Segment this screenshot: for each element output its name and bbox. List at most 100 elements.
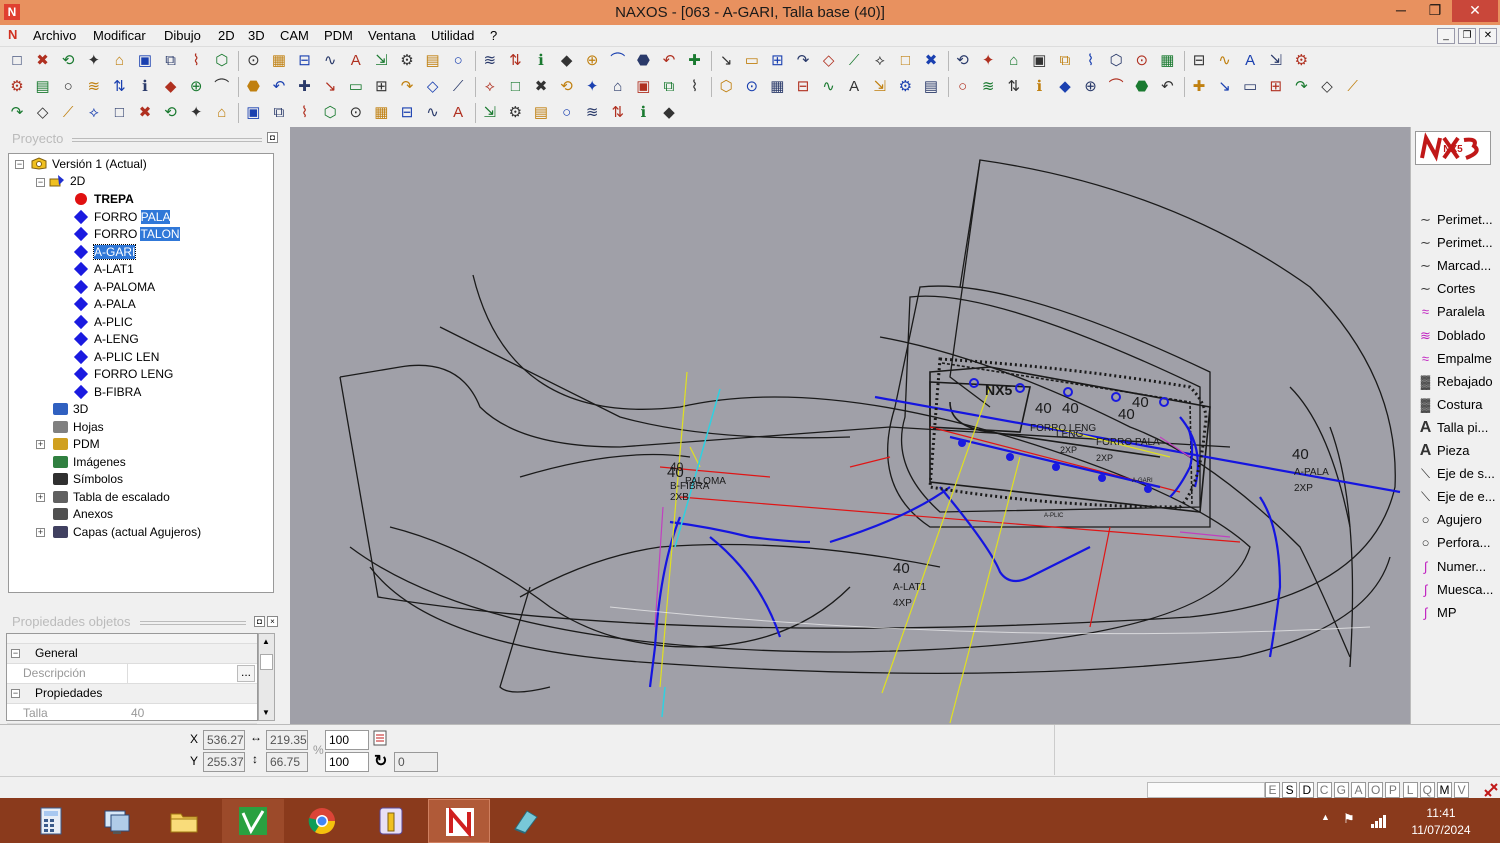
tree-piece[interactable]: B-FIBRA [73,384,141,401]
toolbar-tool-icon[interactable]: A [347,52,365,70]
tree-piece[interactable]: A-PLIC [73,314,133,331]
tree-node[interactable]: Símbolos [53,471,123,488]
group-propiedades[interactable]: − Propiedades [7,684,257,704]
tree-piece[interactable]: TREPA [73,191,134,208]
tool-curve-button[interactable]: ∼ Cortes [1416,278,1475,299]
toolbar-tool-icon[interactable]: ↷ [1292,78,1310,96]
toolbar-tool-icon[interactable]: ✦ [85,52,103,70]
tool-axis-button[interactable]: ⟍ Eje de e... [1416,486,1496,507]
toolbar-tool-icon[interactable]: ✚ [1190,78,1208,96]
toolbar-tool-icon[interactable]: □ [896,52,914,70]
scroll-up-icon[interactable]: ▲ [262,637,270,646]
toolbar-tool-icon[interactable]: ⟋ [59,104,77,122]
toolbar-tool-icon[interactable]: ↷ [8,104,26,122]
menu-cam[interactable]: CAM [280,28,309,43]
toolbar-tool-icon[interactable]: ⟋ [845,52,863,70]
tree-piece[interactable]: A-PALOMA [73,279,155,296]
toolbar-tool-icon[interactable]: ↷ [398,78,416,96]
tree-piece[interactable]: A-PALA [73,296,136,313]
toolbar-tool-icon[interactable]: ⬡ [1107,52,1125,70]
status-toggle-o[interactable]: O [1368,782,1384,798]
status-toggle-d[interactable]: D [1299,782,1315,798]
toolbar-tool-icon[interactable]: ⇅ [1005,78,1023,96]
toolbar-tool-icon[interactable]: ⊙ [743,78,761,96]
tree-node[interactable]: 3D [53,401,88,418]
toolbar-tool-icon[interactable]: ⌇ [296,104,314,122]
expand-icon[interactable]: + [36,440,45,449]
menu-dibujo[interactable]: Dibujo [164,28,201,43]
properties-scrollbar[interactable]: ▲ ▼ [258,633,275,721]
eraser-app-icon[interactable] [494,799,556,843]
toolbar-tool-icon[interactable]: ℹ [634,104,652,122]
rotate-icon[interactable]: ↻ [374,751,387,771]
toolbar-tool-icon[interactable]: ⬡ [321,104,339,122]
toolbar-tool-icon[interactable]: ↘ [717,52,735,70]
row-descripcion[interactable]: Descripción... [7,664,257,684]
menu-archivo[interactable]: Archivo [33,28,76,43]
menu-pdm[interactable]: PDM [324,28,353,43]
panel-pin-icon[interactable]: ◘ [267,132,278,143]
action-center-flag-icon[interactable]: ⚑ [1343,811,1355,827]
row-talla[interactable]: Talla 40 [7,704,257,724]
toolbar-tool-icon[interactable]: ✚ [686,52,704,70]
toolbar-tool-icon[interactable]: ⊕ [1082,78,1100,96]
toolbar-tool-icon[interactable]: ≋ [583,104,601,122]
menu-utilidad[interactable]: Utilidad [431,28,474,43]
toolbar-tool-icon[interactable]: ⌇ [187,52,205,70]
status-toggle-m[interactable]: M [1437,782,1452,798]
toolbar-tool-icon[interactable]: ⊙ [1133,52,1151,70]
status-toggle-s[interactable]: S [1282,782,1298,798]
toolbar-tool-icon[interactable]: ⚙ [8,78,26,96]
toolbar-tool-icon[interactable]: ▭ [347,78,365,96]
tree-piece[interactable]: FORRO LENG [73,366,173,383]
tray-expand-icon[interactable]: ▲ [1321,812,1330,822]
toolbar-tool-icon[interactable]: ⌒ [1107,78,1125,96]
toolbar-tool-icon[interactable]: ⌂ [609,78,627,96]
toolbar-tool-icon[interactable]: ⇲ [372,52,390,70]
toolbar-tool-icon[interactable]: ℹ [532,52,550,70]
toolbar-tool-icon[interactable]: ⚙ [398,52,416,70]
scale-options-icon[interactable] [373,729,391,747]
file-explorer-icon[interactable] [153,799,215,843]
tool-circle-button[interactable]: ○ Agujero [1416,509,1482,530]
toolbar-tool-icon[interactable]: ⊟ [398,104,416,122]
toolbar-tool-icon[interactable]: ⊟ [794,78,812,96]
toolbar-tool-icon[interactable]: ↘ [321,78,339,96]
collapse-icon[interactable]: − [11,689,20,698]
tree-piece[interactable]: FORRO TALON [73,226,180,243]
toolbar-tool-icon[interactable]: ⊙ [347,104,365,122]
toolbar-tool-icon[interactable]: ⬣ [1133,78,1151,96]
toolbar-tool-icon[interactable]: ↶ [660,52,678,70]
maximize-button[interactable]: ❐ [1418,0,1452,22]
width-field[interactable]: 219.35 [266,730,308,750]
tool-notch-button[interactable]: ∫ Muesca... [1416,579,1494,600]
height-field[interactable]: 66.75 [266,752,308,772]
tool-fold-button[interactable]: ≋ Doblado [1416,325,1485,346]
toolbar-tool-icon[interactable]: ◇ [820,52,838,70]
menu-2d[interactable]: 2D [218,28,235,43]
panel-pin-icon[interactable]: ◘ [254,616,265,627]
tool-mp-button[interactable]: ∫ MP [1416,602,1457,623]
toolbar-tool-icon[interactable]: ≋ [85,78,103,96]
tool-parallel-button[interactable]: ≈ Paralela [1416,301,1485,322]
tree-node[interactable]: Anexos [53,506,113,523]
desc-ellipsis-button[interactable]: ... [237,665,255,682]
toolbar-tool-icon[interactable]: ⬣ [634,52,652,70]
toolbar-tool-icon[interactable]: ▣ [136,52,154,70]
toolbar-tool-icon[interactable]: ◆ [660,104,678,122]
toolbar-tool-icon[interactable]: A [449,104,467,122]
pattern-drawing[interactable]: 40 40 40 40 FORRO LENG LENG FORRO PALA 2… [290,127,1410,724]
toolbar-tool-icon[interactable]: ↶ [270,78,288,96]
tree-piece[interactable]: FORRO PALA [73,209,171,226]
toolbar-tool-icon[interactable]: ✦ [187,104,205,122]
toolbar-tool-icon[interactable]: ∿ [424,104,442,122]
toolbar-tool-icon[interactable]: ⧉ [162,52,180,70]
toolbar-tool-icon[interactable]: ↶ [1158,78,1176,96]
toolbar-tool-icon[interactable]: ▤ [922,78,940,96]
toolbar-tool-icon[interactable]: ≋ [979,78,997,96]
toolbar-tool-icon[interactable]: ⌇ [686,78,704,96]
status-toggle-a[interactable]: A [1351,782,1366,798]
toolbar-tool-icon[interactable]: ▤ [532,104,550,122]
toolbar-tool-icon[interactable]: ▣ [634,78,652,96]
info-app-icon[interactable] [360,799,422,843]
